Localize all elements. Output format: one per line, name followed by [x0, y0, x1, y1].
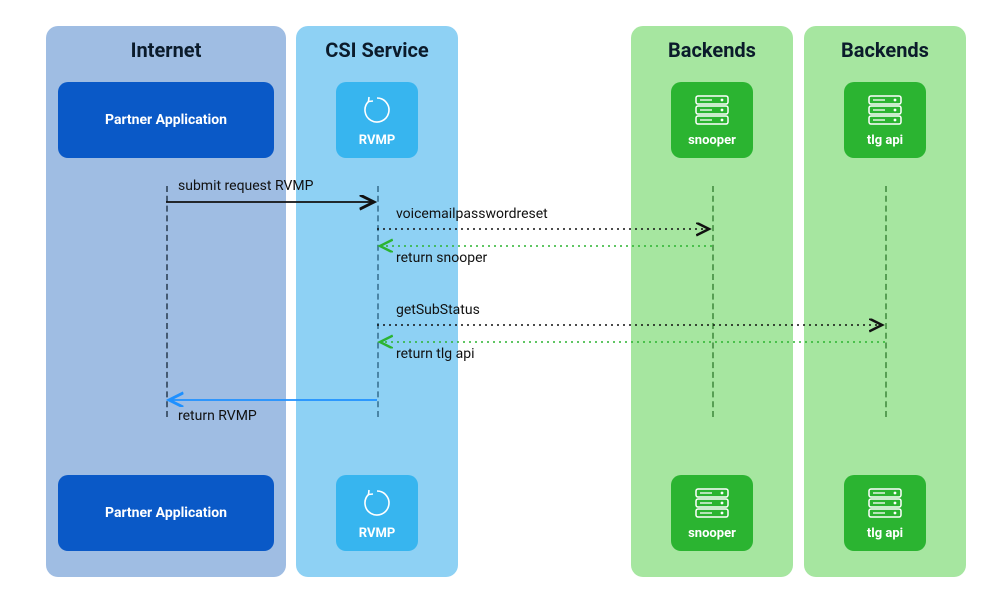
node-snooper-bottom: snooper — [671, 475, 753, 551]
lane-title-backends-1: Backends — [631, 26, 793, 62]
lane-title-backends-2: Backends — [804, 26, 966, 62]
diagram-frame: Internet Partner Application Partner App… — [6, 6, 979, 597]
node-partner-application-top: Partner Application — [58, 82, 274, 158]
node-label: snooper — [688, 526, 736, 541]
node-label: tlg api — [867, 526, 903, 541]
server-icon — [692, 93, 732, 127]
node-label: RVMP — [359, 526, 395, 541]
server-icon — [865, 93, 905, 127]
msg-vm-reset: voicemailpasswordreset — [396, 206, 548, 222]
lifeline-backends-2 — [885, 186, 887, 417]
msg-return-snooper: return snooper — [396, 250, 487, 266]
lifeline-csi — [377, 186, 379, 417]
node-tlg-api-top: tlg api — [844, 82, 926, 158]
node-rvmp-bottom: RVMP — [336, 475, 418, 551]
lifeline-internet — [166, 186, 168, 417]
msg-return-rvmp: return RVMP — [178, 408, 257, 424]
node-tlg-api-bottom: tlg api — [844, 475, 926, 551]
lane-title-internet: Internet — [46, 26, 286, 62]
refresh-icon — [360, 486, 394, 520]
node-label: tlg api — [867, 133, 903, 148]
server-icon — [692, 486, 732, 520]
lane-backends-1: Backends snooper — [631, 26, 793, 577]
refresh-icon — [360, 93, 394, 127]
node-snooper-top: snooper — [671, 82, 753, 158]
msg-return-tlg: return tlg api — [396, 346, 474, 362]
lane-title-csi: CSI Service — [296, 26, 458, 62]
server-icon — [865, 486, 905, 520]
lifeline-backends-1 — [712, 186, 714, 417]
lane-internet: Internet Partner Application Partner App… — [46, 26, 286, 577]
node-label: RVMP — [359, 133, 395, 148]
node-label: snooper — [688, 133, 736, 148]
lane-backends-2: Backends tlg api — [804, 26, 966, 577]
node-label: Partner Application — [105, 112, 227, 128]
msg-submit-request: submit request RVMP — [178, 178, 313, 194]
node-partner-application-bottom: Partner Application — [58, 475, 274, 551]
node-label: Partner Application — [105, 505, 227, 521]
msg-get-sub-status: getSubStatus — [396, 302, 480, 318]
node-rvmp-top: RVMP — [336, 82, 418, 158]
